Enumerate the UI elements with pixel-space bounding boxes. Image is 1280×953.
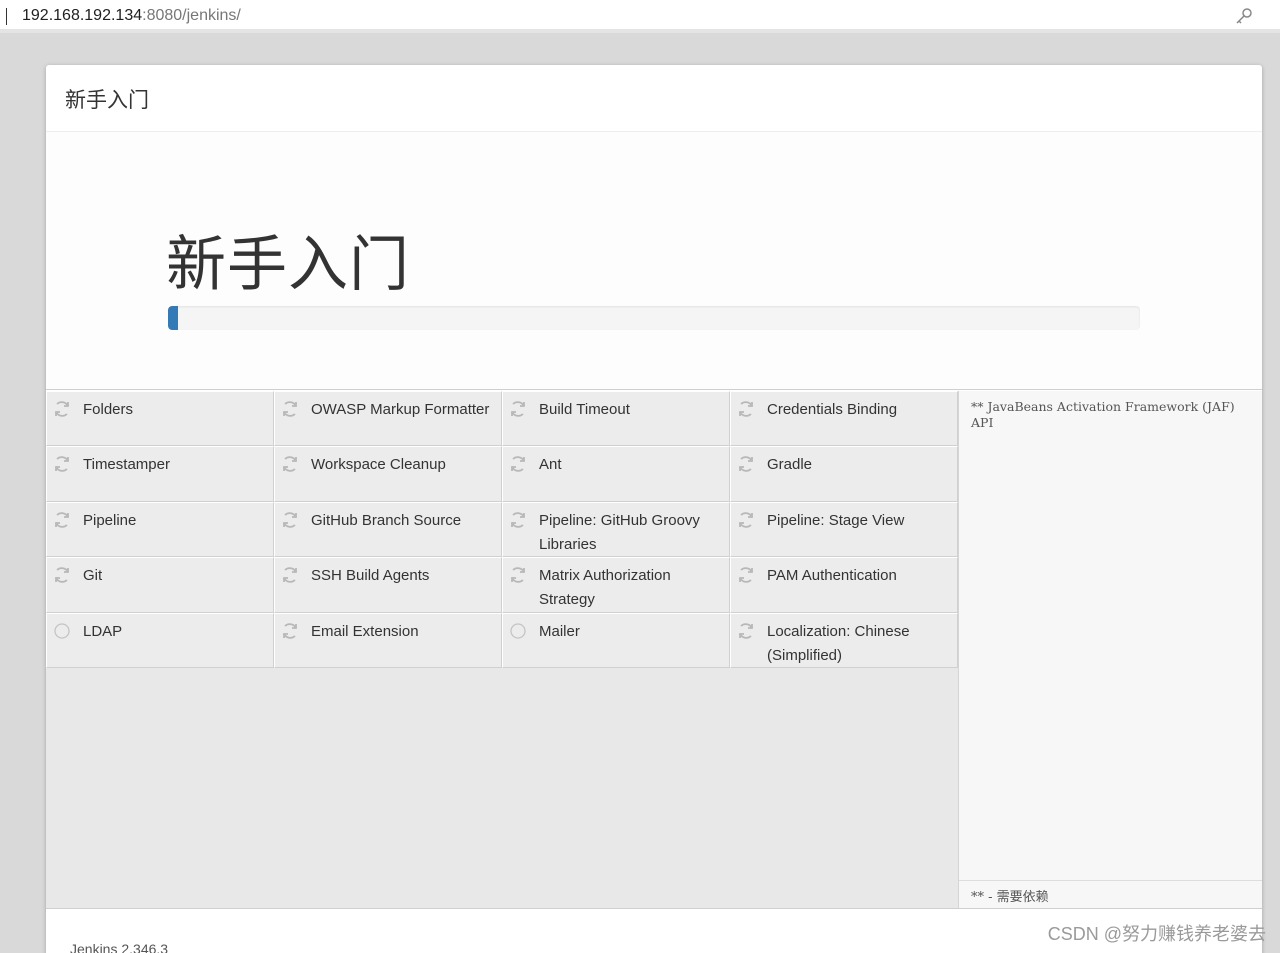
refresh-icon: [737, 455, 755, 473]
watermark: CSDN @努力赚钱养老婆去: [1047, 924, 1266, 944]
refresh-icon: [509, 511, 527, 529]
plugin-name: Workspace Cleanup: [311, 456, 446, 474]
plugin-list: Folders OWASP Markup Formatter Build Timeo…: [46, 391, 958, 908]
plugin-name: GitHub Branch Source: [311, 511, 462, 529]
url-text[interactable]: 192.168.192.134:8080/jenkins/: [22, 6, 241, 26]
refresh-icon: [737, 566, 755, 584]
plugin-item: Build Timeout: [502, 391, 730, 447]
jenkins-version: Jenkins 2.346.3: [70, 941, 169, 953]
hero-title: 新手入门: [166, 230, 410, 300]
refresh-icon: [53, 511, 71, 529]
plugin-name: OWASP Markup Formatter: [311, 401, 490, 418]
refresh-icon: [737, 622, 755, 640]
plugin-name: Email Extension: [311, 622, 419, 640]
plugin-item: Workspace Cleanup: [274, 446, 502, 502]
plugin-name: Matrix Authorization Strategy: [539, 567, 671, 609]
plugin-name: Timestamper: [83, 456, 170, 474]
plugin-item: Ant: [502, 446, 730, 502]
plugin-item: Pipeline: Stage View: [730, 501, 958, 558]
refresh-icon: [509, 400, 527, 418]
install-progress-fill: [168, 306, 178, 330]
plugin-name: Credentials Binding: [767, 401, 898, 418]
plugin-item: Folders: [46, 391, 274, 447]
plugin-name: Ant: [539, 456, 562, 474]
refresh-icon: [509, 455, 527, 473]
install-log-pane: ** JavaBeans Activation Framework (JAF) …: [958, 391, 1262, 908]
dialog-header: 新手入门: [46, 65, 1262, 132]
plugin-item: Pipeline: [46, 501, 274, 558]
plugin-name: Folders: [83, 401, 134, 418]
dependency-note: ** - 需要依赖: [971, 890, 1049, 905]
plugin-item: Matrix Authorization Strategy: [502, 557, 730, 613]
plugin-item: Email Extension: [274, 612, 502, 668]
refresh-icon: [53, 455, 71, 473]
refresh-icon: [281, 566, 299, 584]
plugin-item: LDAP: [46, 612, 274, 668]
plugin-item: Git: [46, 557, 274, 613]
circle-icon: [509, 622, 527, 640]
plugin-name: SSH Build Agents: [311, 567, 430, 585]
browser-address-bar[interactable]: 192.168.192.134:8080/jenkins/: [0, 0, 1280, 33]
url-host: 192.168.192.134: [22, 7, 143, 24]
refresh-icon: [509, 566, 527, 584]
setup-wizard-dialog: 新手入门 新手入门 Folders OWASP Markup Formatter B…: [46, 65, 1262, 953]
key-icon[interactable]: [1234, 6, 1254, 26]
install-log-text: ** JavaBeans Activation Framework (JAF) …: [971, 399, 1239, 430]
refresh-icon: [53, 566, 71, 584]
plugin-item: SSH Build Agents: [274, 557, 502, 613]
refresh-icon: [737, 511, 755, 529]
plugin-item: Mailer: [502, 612, 730, 668]
getting-started-hero: 新手入门: [46, 132, 1262, 390]
url-path: :8080/jenkins/: [142, 7, 241, 24]
text-caret: [6, 8, 7, 25]
refresh-icon: [53, 400, 71, 418]
plugin-item: Gradle: [730, 446, 958, 502]
refresh-icon: [281, 400, 299, 418]
plugin-item: Credentials Binding: [730, 391, 958, 447]
plugin-name: Gradle: [767, 456, 813, 474]
refresh-icon: [737, 400, 755, 418]
refresh-icon: [281, 622, 299, 640]
plugin-item: Pipeline: GitHub Groovy Libraries: [502, 501, 730, 558]
plugin-name: Pipeline: GitHub Groovy Libraries: [539, 511, 700, 553]
plugin-name: Git: [83, 567, 103, 585]
plugin-name: Mailer: [539, 622, 580, 640]
plugin-name: Pipeline: [83, 511, 137, 529]
plugin-item: OWASP Markup Formatter: [274, 391, 502, 447]
circle-icon: [53, 622, 71, 640]
refresh-icon: [281, 455, 299, 473]
refresh-icon: [281, 511, 299, 529]
plugin-grid: Folders OWASP Markup Formatter Build Timeo…: [46, 391, 958, 668]
install-progress-bar: [168, 306, 1140, 330]
plugin-item: PAM Authentication: [730, 557, 958, 613]
plugin-name: LDAP: [83, 622, 123, 640]
plugin-name: Pipeline: Stage View: [767, 511, 905, 529]
dialog-title: 新手入门: [65, 88, 149, 112]
plugin-item: Localization: Chinese (Simplified): [730, 612, 958, 668]
plugin-name: Build Timeout: [539, 401, 630, 418]
plugin-item: Timestamper: [46, 446, 274, 502]
plugin-name: PAM Authentication: [767, 567, 897, 585]
log-footer: ** - 需要依赖: [959, 880, 1262, 908]
plugin-name: Localization: Chinese (Simplified): [767, 622, 910, 664]
plugin-item: GitHub Branch Source: [274, 501, 502, 558]
